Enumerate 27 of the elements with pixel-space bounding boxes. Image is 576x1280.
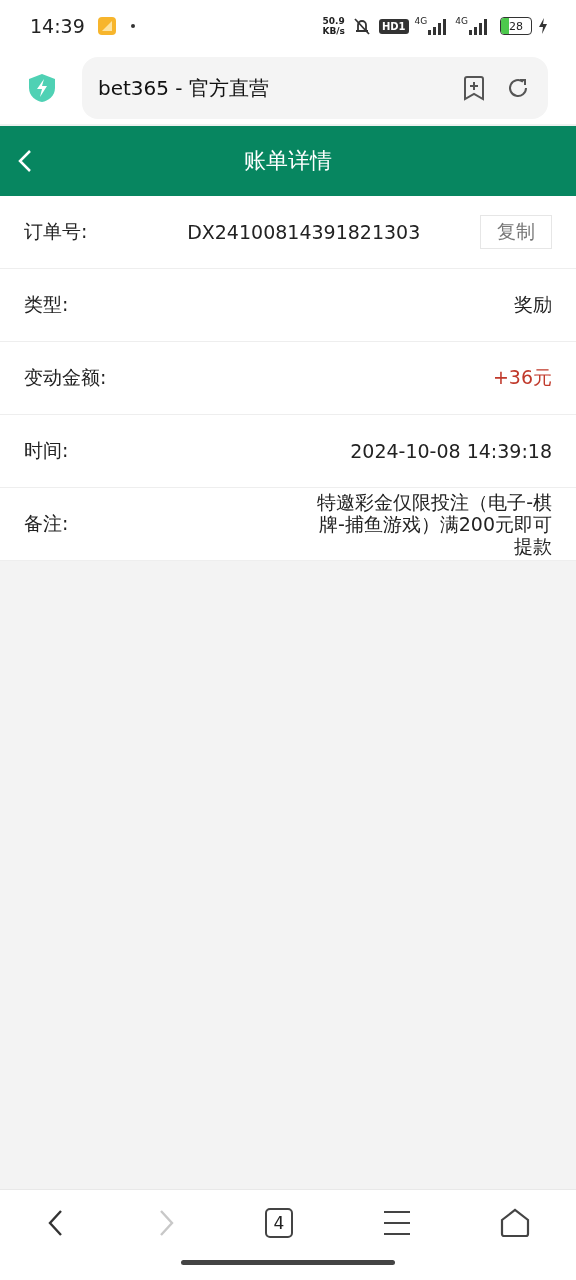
charging-icon [538, 18, 548, 34]
status-time: 14:39 [30, 15, 85, 37]
menu-icon[interactable] [382, 1210, 411, 1236]
hd-badge: HD1 [378, 18, 409, 34]
copy-button[interactable]: 复制 [480, 215, 552, 249]
add-bookmark-icon[interactable] [462, 75, 486, 101]
signal-strength: 4G [455, 17, 490, 35]
amount-value: +36元 [492, 365, 552, 390]
home-icon[interactable] [500, 1208, 530, 1238]
gallery-notification-icon [96, 16, 117, 36]
signal-strength: 4G [414, 17, 450, 35]
field-value: 2024-10-08 14:39:18 [350, 440, 552, 462]
tabs-button[interactable]: 4 [265, 1208, 293, 1238]
field-label: 时间: [24, 438, 69, 463]
note-value: 特邀彩金仅限投注（电子-棋牌-捕鱼游戏）满200元即可提款 [316, 490, 552, 559]
network-speed: 50.9 KB/s [322, 16, 345, 36]
field-label: 变动金额: [24, 365, 107, 390]
field-label: 订单号: [24, 219, 88, 244]
refresh-icon[interactable] [506, 76, 530, 100]
field-value: 奖励 [514, 292, 552, 317]
battery-indicator: 28 [500, 17, 532, 35]
field-label: 类型: [24, 292, 69, 317]
order-number: DX24100814391821303 [186, 221, 422, 243]
address-field[interactable]: bet365 - 官方直营 [82, 57, 548, 119]
notification-dot-icon [130, 24, 135, 28]
field-label: 备注: [24, 511, 69, 536]
page-title: 账单详情 [244, 147, 332, 175]
